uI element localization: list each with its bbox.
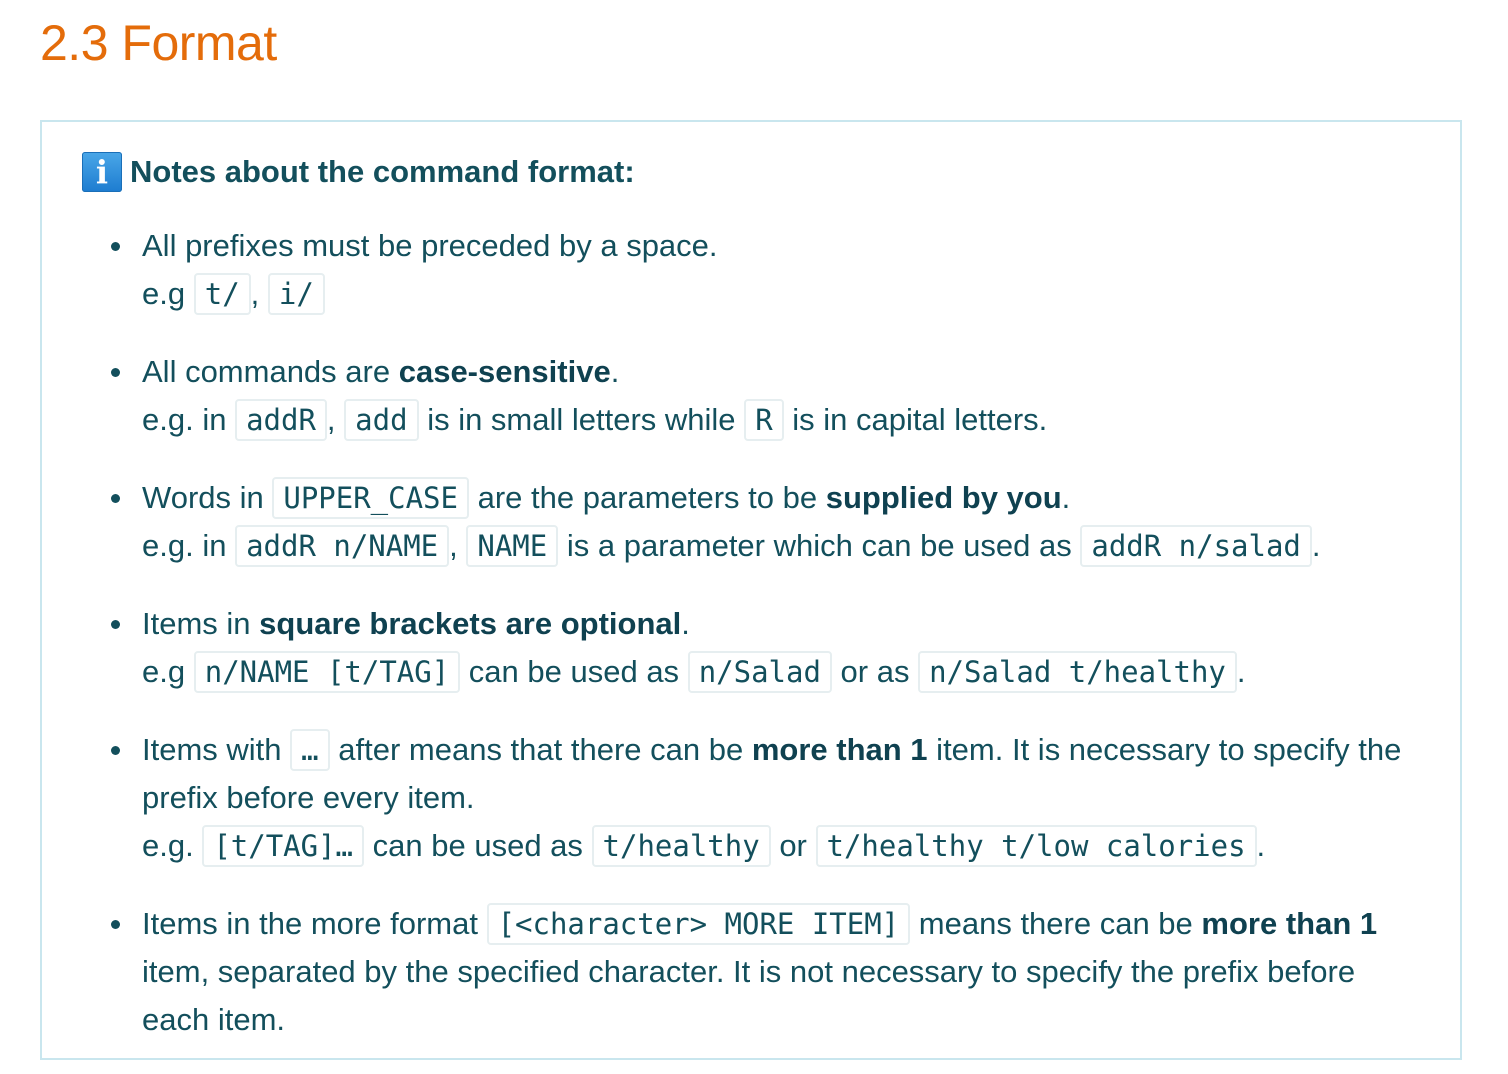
inline-code: addR n/salad xyxy=(1080,525,1312,567)
note-example: e.g t/, i/ xyxy=(142,270,1422,318)
emphasis: more than 1 xyxy=(1201,906,1378,941)
section-heading: 2.3 Format xyxy=(40,15,277,71)
note-example: e.g n/NAME [t/TAG] can be used as n/Sala… xyxy=(142,648,1422,696)
list-item: Items in the more format [<character> MO… xyxy=(42,900,1442,1044)
inline-code: i/ xyxy=(267,273,325,315)
inline-code: t/healthy t/low calories xyxy=(815,825,1257,867)
inline-code: n/NAME [t/TAG] xyxy=(193,651,461,693)
note-text: Items in the more format [<character> MO… xyxy=(142,900,1422,1044)
inline-code: t/healthy xyxy=(591,825,771,867)
callout-title: i Notes about the command format: xyxy=(82,152,635,192)
note-text: All commands are case-sensitive. xyxy=(142,354,620,389)
info-callout: i Notes about the command format: All pr… xyxy=(40,120,1462,1060)
inline-code: add xyxy=(344,399,419,441)
note-text: Items in square brackets are optional. xyxy=(142,606,690,641)
emphasis: square brackets are optional xyxy=(259,606,682,641)
inline-code: R xyxy=(744,399,784,441)
emphasis: supplied by you xyxy=(825,480,1062,515)
list-item: Words in UPPER_CASE are the parameters t… xyxy=(42,474,1442,570)
notes-list: All prefixes must be preceded by a space… xyxy=(42,222,1442,1074)
list-item: All prefixes must be preceded by a space… xyxy=(42,222,1442,318)
list-item: Items with … after means that there can … xyxy=(42,726,1442,870)
inline-code: n/Salad t/healthy xyxy=(918,651,1237,693)
inline-code: UPPER_CASE xyxy=(272,477,469,519)
inline-code: [<character> MORE ITEM] xyxy=(486,903,911,945)
note-example: e.g. in addR n/NAME, NAME is a parameter… xyxy=(142,522,1422,570)
inline-code: addR xyxy=(235,399,327,441)
info-icon: i xyxy=(82,152,122,192)
inline-code: n/Salad xyxy=(687,651,832,693)
emphasis: case-sensitive xyxy=(398,354,611,389)
note-example: e.g. in addR, add is in small letters wh… xyxy=(142,396,1422,444)
note-example: e.g. [t/TAG]… can be used as t/healthy o… xyxy=(142,822,1422,870)
inline-code: NAME xyxy=(466,525,559,567)
inline-code: … xyxy=(290,729,330,771)
emphasis: more than 1 xyxy=(751,732,928,767)
list-item: Items in square brackets are optional. e… xyxy=(42,600,1442,696)
inline-code: addR n/NAME xyxy=(235,525,450,567)
note-text: Words in UPPER_CASE are the parameters t… xyxy=(142,474,1422,522)
inline-code: t/ xyxy=(193,273,251,315)
note-text: All prefixes must be preceded by a space… xyxy=(142,228,718,263)
note-text: Items with … after means that there can … xyxy=(142,726,1422,822)
callout-title-text: Notes about the command format: xyxy=(130,154,635,189)
list-item: All commands are case-sensitive. e.g. in… xyxy=(42,348,1442,444)
inline-code: [t/TAG]… xyxy=(202,825,365,867)
